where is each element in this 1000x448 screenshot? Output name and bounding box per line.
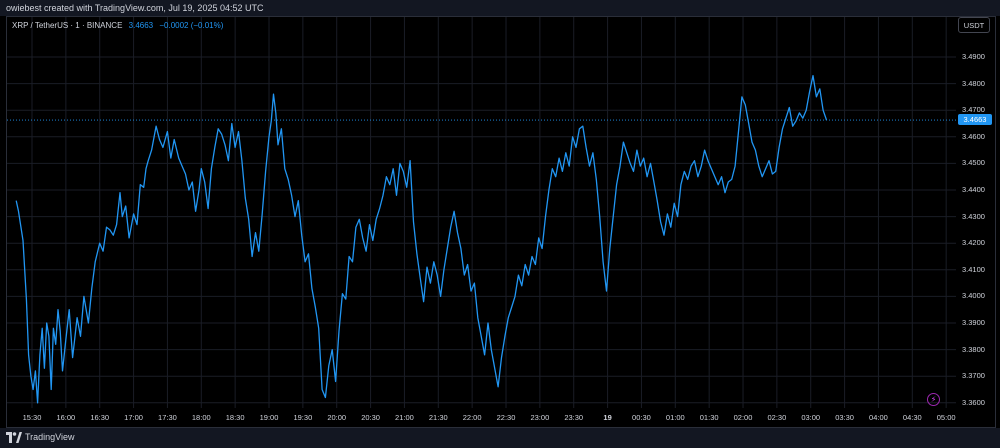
y-tick-label: 3.4400	[962, 185, 985, 194]
x-tick-label: 05:00	[936, 413, 956, 422]
x-tick-label: 03:00	[801, 413, 821, 422]
y-tick-label: 3.3800	[962, 344, 985, 354]
y-tick-label: 3.4000	[962, 291, 985, 301]
x-tick-label: 23:30	[564, 413, 584, 422]
x-tick-label: 00:30	[632, 413, 651, 422]
y-tick-label: 3.4800	[962, 78, 985, 88]
symbol-legend: XRP / TetherUS · 1 · BINANCE 3.4663 −0.0…	[12, 21, 223, 30]
price-chart[interactable]	[0, 0, 1000, 448]
x-tick-label: 20:00	[327, 413, 347, 422]
y-tick-label: 3.4300	[962, 211, 985, 221]
y-tick-label: 3.3900	[962, 318, 985, 327]
x-tick-label: 04:30	[902, 413, 922, 422]
tradingview-logo-icon[interactable]	[6, 432, 22, 443]
x-tick-label: 17:30	[158, 413, 177, 422]
y-tick-label: 3.3700	[962, 371, 985, 381]
x-tick-label: 19	[603, 413, 612, 422]
x-tick-label: 22:00	[462, 413, 482, 422]
symbol-name[interactable]: XRP / TetherUS · 1 · BINANCE	[12, 21, 122, 30]
x-tick-label: 01:30	[699, 413, 719, 422]
currency-selector[interactable]: USDT	[958, 17, 990, 33]
x-tick-label: 17:00	[124, 413, 143, 422]
x-tick-label: 19:30	[293, 413, 313, 422]
y-tick-label: 3.4700	[962, 105, 985, 115]
brand-name[interactable]: TradingView	[25, 432, 75, 442]
x-tick-label: 18:00	[191, 413, 211, 422]
x-tick-label: 19:00	[259, 413, 279, 422]
x-tick-label: 02:30	[767, 413, 787, 422]
footer-bar	[0, 428, 1000, 448]
x-tick-label: 16:00	[56, 413, 76, 422]
y-tick-label: 3.4100	[962, 264, 985, 274]
y-tick-label: 3.4200	[962, 238, 985, 248]
x-tick-label: 01:00	[665, 413, 685, 422]
price-series-line	[15, 74, 828, 404]
x-tick-label: 22:30	[496, 413, 516, 422]
x-tick-label: 23:00	[530, 413, 550, 422]
y-tick-label: 3.4600	[962, 131, 985, 141]
x-tick-label: 21:00	[395, 413, 414, 422]
legend-price: 3.4663	[128, 21, 154, 30]
x-tick-label: 15:30	[22, 413, 42, 422]
y-tick-label: 3.4900	[962, 52, 985, 61]
x-tick-label: 16:30	[90, 413, 110, 422]
lightning-icon[interactable]: ⚡	[927, 393, 940, 406]
x-tick-label: 04:00	[869, 413, 888, 422]
y-tick-label: 3.3600	[962, 397, 985, 407]
last-price-tag: 3.4663	[958, 114, 992, 125]
x-tick-label: 18:30	[225, 413, 245, 422]
y-tick-label: 3.4500	[962, 158, 985, 168]
x-tick-label: 20:30	[361, 413, 380, 422]
x-tick-label: 03:30	[835, 413, 854, 422]
x-tick-label: 21:30	[428, 413, 448, 422]
x-tick-label: 02:00	[733, 413, 753, 422]
legend-change: −0.0002 (−0.01%)	[159, 21, 224, 30]
